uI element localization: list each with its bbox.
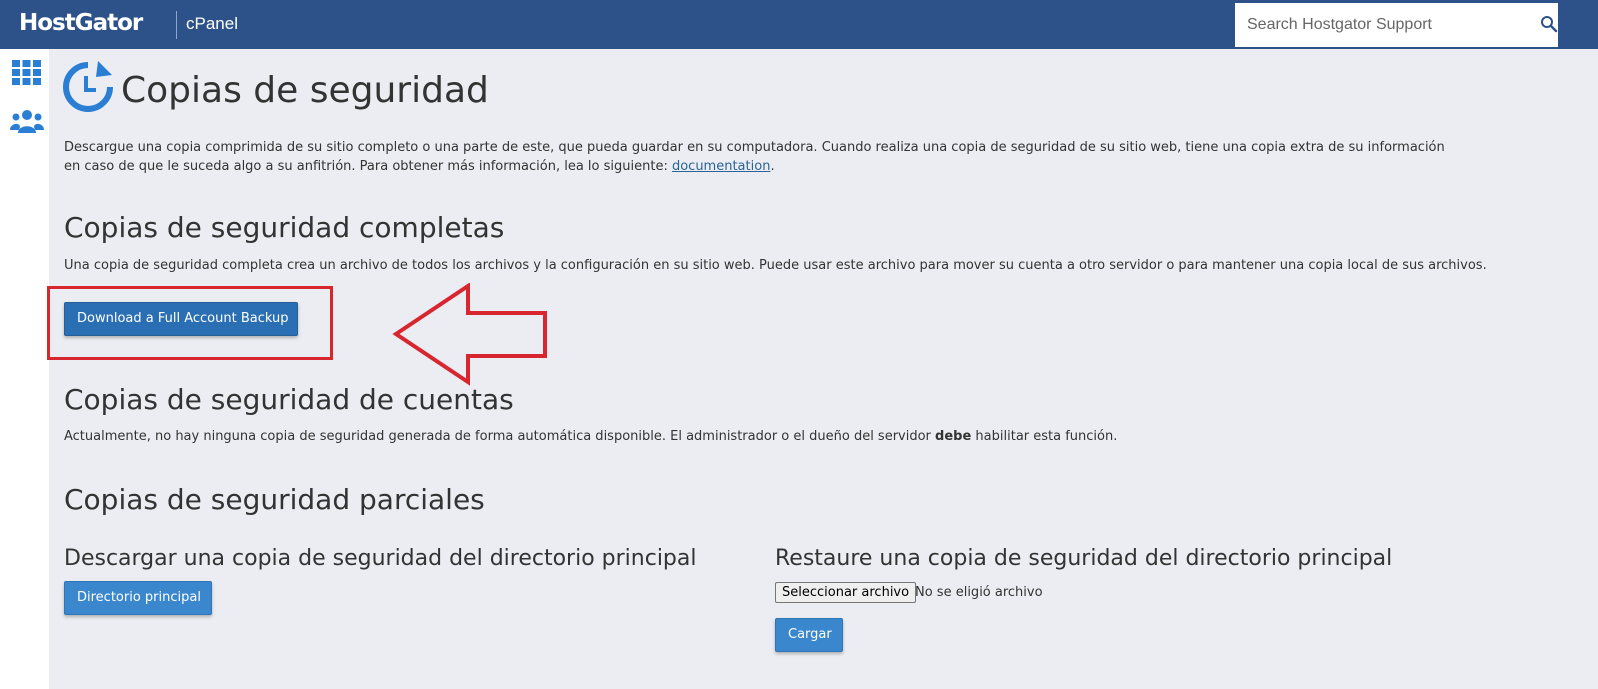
top-bar: HostGator cPanel xyxy=(0,0,1598,49)
product-name[interactable]: cPanel xyxy=(186,14,238,34)
home-directory-button[interactable]: Directorio principal xyxy=(64,581,212,615)
brand-logo[interactable]: HostGator xyxy=(19,10,143,36)
brand-divider xyxy=(176,11,177,39)
sidebar xyxy=(0,49,49,689)
search-input[interactable] xyxy=(1235,3,1525,47)
full-backup-heading: Copias de seguridad completas xyxy=(64,211,505,244)
restore-home-heading: Restaure una copia de seguridad del dire… xyxy=(775,546,1393,571)
download-full-backup-button[interactable]: Download a Full Account Backup xyxy=(64,302,298,336)
page-title: Copias de seguridad xyxy=(121,70,489,111)
file-status: No se eligió archivo xyxy=(915,585,1043,600)
documentation-link[interactable]: documentation xyxy=(672,159,770,174)
arrow-left-icon xyxy=(392,283,547,386)
full-backup-description: Una copia de seguridad completa crea un … xyxy=(64,258,1487,273)
download-home-heading: Descargar una copia de seguridad del dir… xyxy=(64,546,697,571)
page-description: Descargue una copia comprimida de su sit… xyxy=(64,140,1445,174)
grid-icon[interactable] xyxy=(12,60,41,85)
search-box xyxy=(1235,3,1558,47)
backup-clock-icon xyxy=(63,61,113,112)
choose-file-button[interactable]: Seleccionar archivo xyxy=(775,582,917,603)
users-icon[interactable] xyxy=(10,109,44,134)
partial-backups-heading: Copias de seguridad parciales xyxy=(64,483,485,516)
search-icon[interactable] xyxy=(1540,15,1558,33)
upload-button[interactable]: Cargar xyxy=(775,618,843,652)
account-backups-description: Actualmente, no hay ninguna copia de seg… xyxy=(64,429,1118,444)
account-backups-heading: Copias de seguridad de cuentas xyxy=(64,383,514,416)
